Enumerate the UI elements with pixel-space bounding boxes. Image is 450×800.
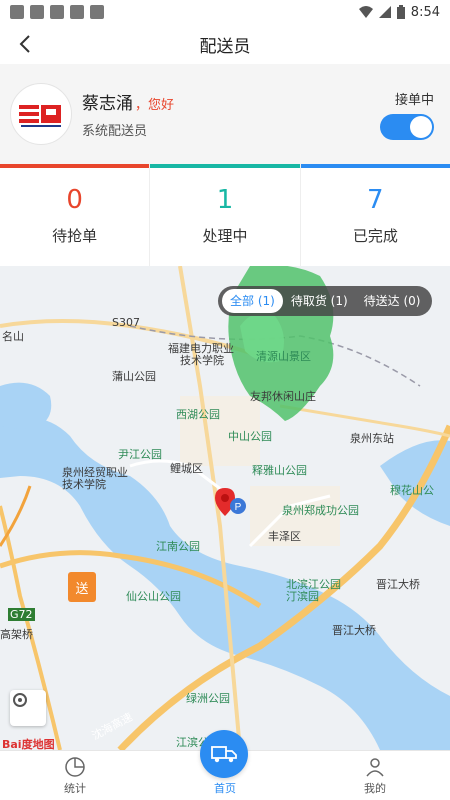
status-bar: 8:54 xyxy=(0,0,450,24)
signal-icon xyxy=(378,6,391,18)
notification-icon xyxy=(30,5,44,19)
greeting: ，您好 xyxy=(135,98,175,113)
map-label: 汀滨园 xyxy=(286,590,319,603)
tab-label: 我的 xyxy=(364,782,386,795)
map-provider-logo: Bai度地图 xyxy=(2,738,55,750)
delivery-truck-icon xyxy=(211,746,237,763)
profile-card: 蔡志涌 ，您好 系统配送员 接单中 xyxy=(0,64,450,164)
map-label: 高架桥 xyxy=(0,628,33,641)
nav-bar: 配送员 xyxy=(0,24,450,64)
page-title: 配送员 xyxy=(199,36,251,57)
order-stats: 0 待抢单 1 处理中 7 已完成 xyxy=(0,164,450,266)
stat-label: 处理中 xyxy=(202,226,248,245)
tab-label: 首页 xyxy=(214,782,236,795)
company-logo-icon xyxy=(19,105,61,127)
map-label: 技术学院 xyxy=(62,478,106,491)
stat-bar xyxy=(0,164,150,168)
map-label: 泉州东站 xyxy=(350,432,394,445)
wifi-icon xyxy=(358,6,373,18)
stat-completed[interactable]: 7 已完成 xyxy=(300,164,450,266)
accept-order-switch: 接单中 xyxy=(380,89,434,140)
delivery-marker[interactable]: 送 xyxy=(68,572,96,602)
map-label: 中山公园 xyxy=(228,430,272,443)
stat-bar xyxy=(150,164,300,168)
notification-icon xyxy=(90,5,104,19)
map-label: 泉州郑成功公园 xyxy=(282,504,359,517)
map-label: 尹江公园 xyxy=(118,448,162,461)
accept-label: 接单中 xyxy=(394,92,434,108)
stat-value: 0 xyxy=(66,184,83,215)
filter-pickup[interactable]: 待取货 (1) xyxy=(283,289,356,313)
map-label: 西湖公园 xyxy=(176,408,220,421)
map-label: 晋江大桥 xyxy=(376,578,420,591)
stat-value: 1 xyxy=(216,184,234,215)
tab-stats[interactable]: 统计 xyxy=(0,751,150,800)
home-button[interactable] xyxy=(200,730,248,778)
map-label: 仙公山公园 xyxy=(126,590,181,603)
road-sign: G72 xyxy=(8,608,35,621)
notification-icons xyxy=(10,5,104,19)
locate-button[interactable] xyxy=(10,690,46,726)
stat-bar xyxy=(300,164,450,168)
notification-icon xyxy=(50,5,64,19)
stat-value: 7 xyxy=(367,184,384,215)
delivery-marker-label: 送 xyxy=(75,581,89,597)
parking-icon: P xyxy=(230,498,246,514)
map-label: 绿洲公园 xyxy=(186,692,230,705)
avatar xyxy=(10,83,72,145)
user-icon xyxy=(366,758,384,777)
clock: 8:54 xyxy=(410,4,440,20)
delivery-map[interactable]: 名山 S307 福建电力职业 技术学院 清源山景区 蒲山公园 友邦休闲山庄 西湖… xyxy=(0,266,450,750)
svg-text:P: P xyxy=(235,502,242,513)
filter-delivering[interactable]: 待送达 (0) xyxy=(356,289,429,313)
map-label: 清源山景区 xyxy=(256,350,311,363)
map-label: 丰泽区 xyxy=(268,530,301,543)
battery-icon xyxy=(396,5,405,19)
user-role: 系统配送员 xyxy=(82,124,148,139)
notification-icon xyxy=(70,5,84,19)
stat-processing[interactable]: 1 处理中 xyxy=(150,164,301,266)
map-label: 蒲山公园 xyxy=(112,370,156,383)
toggle-knob xyxy=(410,115,432,138)
order-filter: 全部 (1) 待取货 (1) 待送达 (0) xyxy=(218,286,433,316)
pie-chart-icon xyxy=(65,757,85,777)
map-label: 技术学院 xyxy=(180,354,224,367)
stat-label: 待抢单 xyxy=(52,226,98,245)
notification-icon xyxy=(10,5,24,19)
stat-pending[interactable]: 0 待抢单 xyxy=(0,164,151,266)
map-label: S307 xyxy=(112,316,140,329)
accept-toggle[interactable] xyxy=(380,113,434,140)
map-label: 鲤城区 xyxy=(170,462,203,475)
map-label: 江南公园 xyxy=(156,540,200,553)
map-label: 友邦休闲山庄 xyxy=(250,390,316,403)
stat-label: 已完成 xyxy=(352,226,398,245)
tab-label: 统计 xyxy=(64,782,86,795)
tab-mine[interactable]: 我的 xyxy=(300,751,450,800)
map-label: 释雅山公园 xyxy=(252,464,307,477)
back-arrow-icon[interactable] xyxy=(14,32,38,56)
locate-icon xyxy=(13,693,27,707)
filter-all[interactable]: 全部 (1) xyxy=(222,289,283,313)
user-name: 蔡志涌 xyxy=(82,94,133,114)
map-label: 穆花山公 xyxy=(390,484,434,497)
map-label: 晋江大桥 xyxy=(332,624,376,637)
map-label: 名山 xyxy=(2,330,24,343)
